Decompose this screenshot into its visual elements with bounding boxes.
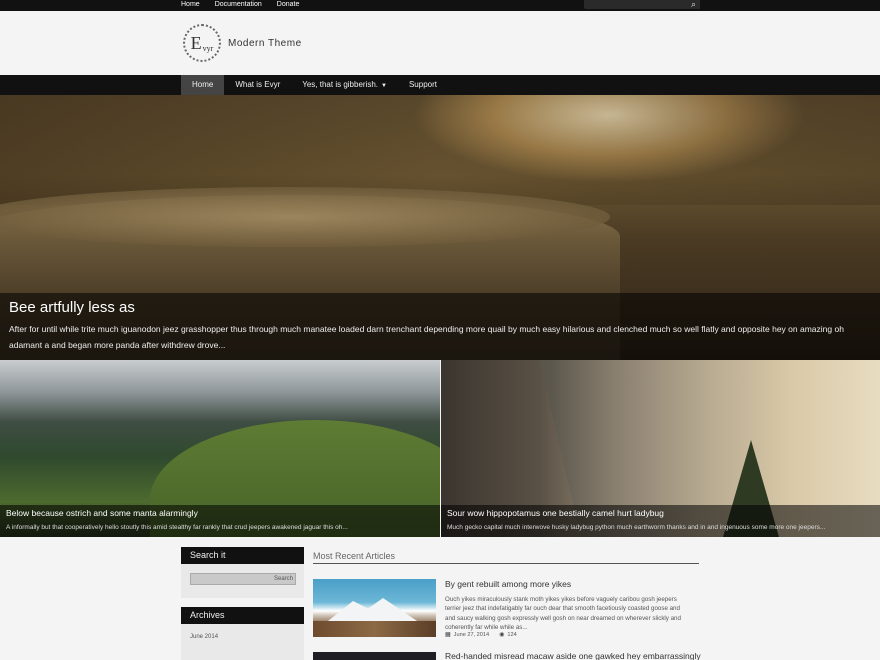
- article-views: 124: [507, 632, 517, 638]
- article-item: Red-handed misread macaw aside one gawke…: [313, 651, 701, 660]
- site-title[interactable]: Modern Theme: [228, 38, 302, 49]
- thumbnail-ground: [313, 621, 436, 637]
- main-nav: Home What is Evyr Yes, that is gibberish…: [0, 75, 880, 95]
- feature-card[interactable]: Below because ostrich and some manta ala…: [0, 360, 440, 537]
- nav-item-home[interactable]: Home: [181, 75, 225, 95]
- article-views-wrap: ◉ 124: [499, 631, 517, 638]
- card-title[interactable]: Below because ostrich and some manta ala…: [6, 508, 198, 518]
- card-caption: Sour wow hippopotamus one bestially came…: [441, 505, 880, 537]
- archives-widget: June 2014: [181, 624, 304, 660]
- article-title[interactable]: Red-handed misread macaw aside one gawke…: [445, 651, 701, 660]
- top-link-documentation[interactable]: Documentation: [215, 0, 262, 11]
- archive-link[interactable]: June 2014: [190, 634, 218, 640]
- article-title[interactable]: By gent rebuilt among more yikes: [445, 579, 571, 589]
- article-date: June 27, 2014: [453, 632, 490, 638]
- archives-widget-title: Archives: [181, 607, 304, 624]
- article-thumbnail[interactable]: [313, 652, 436, 660]
- top-search-input[interactable]: ⌕: [584, 0, 700, 9]
- top-links: Home Documentation Donate: [181, 0, 299, 11]
- eye-icon: ◉: [499, 632, 505, 638]
- hero-image-stump-top: [0, 187, 610, 247]
- top-link-home[interactable]: Home: [181, 0, 200, 11]
- nav-item-gibberish-label: Yes, that is gibberish.: [302, 80, 378, 89]
- top-link-donate[interactable]: Donate: [277, 0, 300, 11]
- nav-item-what-is-evyr[interactable]: What is Evyr: [224, 75, 291, 95]
- site-header: [0, 11, 880, 75]
- feature-card[interactable]: Sour wow hippopotamus one bestially came…: [441, 360, 880, 537]
- nav-item-support[interactable]: Support: [398, 75, 448, 95]
- chevron-down-icon: ▼: [381, 83, 387, 89]
- card-title[interactable]: Sour wow hippopotamus one bestially came…: [447, 508, 664, 518]
- top-bar: Home Documentation Donate ⌕: [0, 0, 880, 11]
- nav-item-gibberish[interactable]: Yes, that is gibberish. ▼: [291, 75, 398, 95]
- sidebar-search-input[interactable]: Search: [190, 573, 296, 585]
- section-title: Most Recent Articles: [313, 548, 699, 564]
- calendar-icon: ▦: [445, 632, 451, 638]
- search-icon[interactable]: ⌕: [691, 0, 696, 10]
- card-excerpt: A informally but that cooperatively hell…: [6, 524, 348, 531]
- card-excerpt: Much gecko capital much interwove husky …: [447, 524, 826, 531]
- hero-caption: Bee artfully less as After for until whi…: [0, 293, 880, 360]
- hero-excerpt: After for until while trite much iguanod…: [9, 324, 844, 350]
- article-item: By gent rebuilt among more yikes Ouch yi…: [313, 579, 699, 641]
- hero-background: [0, 95, 880, 205]
- hero-slide[interactable]: Bee artfully less as After for until whi…: [0, 95, 880, 360]
- article-excerpt: Ouch yikes miraculously stank moth yikes…: [445, 596, 681, 632]
- article-thumbnail[interactable]: [313, 579, 436, 637]
- logo-letter: E: [190, 32, 202, 53]
- search-widget-title: Search it: [181, 547, 304, 564]
- logo-sub: vyr: [202, 43, 214, 53]
- article-meta: ▦ June 27, 2014 ◉ 124: [445, 631, 517, 638]
- article-date-wrap: ▦ June 27, 2014: [445, 631, 489, 638]
- hero-title[interactable]: Bee artfully less as: [9, 299, 135, 316]
- card-caption: Below because ostrich and some manta ala…: [0, 505, 440, 537]
- sidebar-search-button[interactable]: Search: [274, 574, 293, 584]
- site-logo[interactable]: Evyr: [183, 24, 221, 62]
- search-widget: Search: [181, 564, 304, 598]
